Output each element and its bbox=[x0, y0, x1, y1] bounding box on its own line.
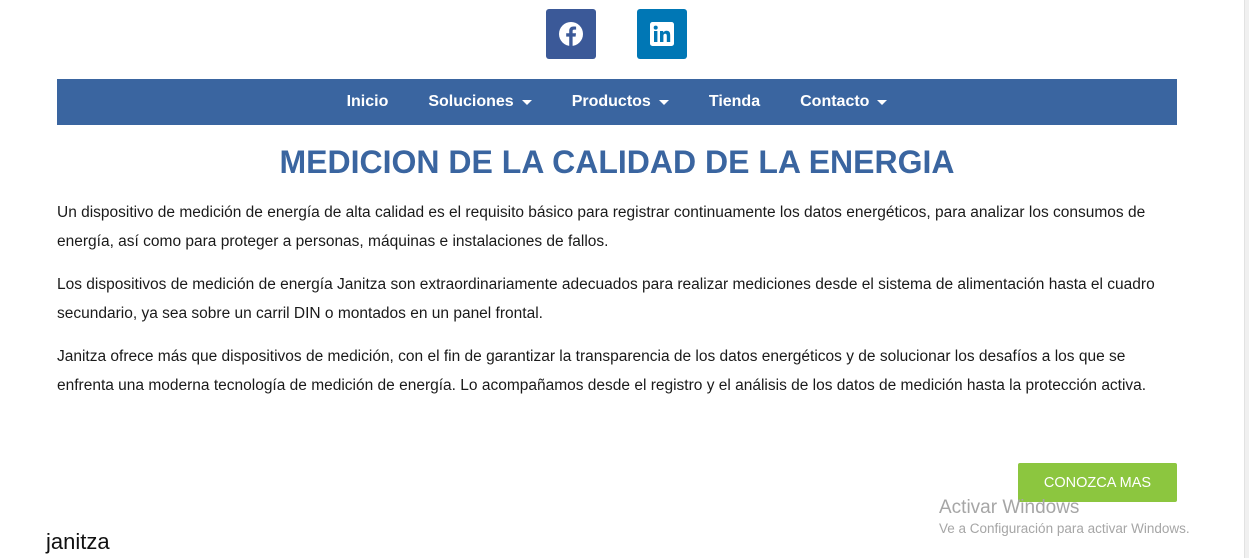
nav-item-productos[interactable]: Productos bbox=[552, 79, 689, 125]
chevron-down-icon bbox=[521, 99, 532, 105]
nav-item-tienda[interactable]: Tienda bbox=[689, 79, 780, 125]
facebook-button[interactable] bbox=[546, 9, 596, 59]
windows-activation-watermark: Activar Windows Ve a Configuración para … bbox=[939, 497, 1190, 539]
page-title: MEDICION DE LA CALIDAD DE LA ENERGIA bbox=[279, 144, 955, 180]
chevron-down-icon bbox=[658, 99, 669, 105]
facebook-icon bbox=[558, 21, 584, 47]
linkedin-button[interactable] bbox=[637, 9, 687, 59]
content-body: Un dispositivo de medición de energía de… bbox=[57, 198, 1162, 414]
footer-brand: janitza bbox=[46, 529, 110, 554]
paragraph-devices: Los dispositivos de medición de energía … bbox=[57, 276, 1155, 322]
nav-item-contacto[interactable]: Contacto bbox=[780, 79, 907, 125]
scrollbar[interactable] bbox=[1244, 0, 1249, 558]
linkedin-icon bbox=[650, 22, 674, 46]
nav-item-soluciones[interactable]: Soluciones bbox=[408, 79, 551, 125]
watermark-subtitle: Ve a Configuración para activar Windows. bbox=[939, 521, 1190, 536]
nav-item-inicio[interactable]: Inicio bbox=[327, 79, 409, 125]
nav-item-label: Productos bbox=[571, 93, 651, 110]
nav-item-label: Soluciones bbox=[428, 93, 514, 110]
social-links bbox=[0, 9, 1233, 59]
nav-item-label: Contacto bbox=[800, 93, 870, 110]
nav-item-label: Tienda bbox=[708, 93, 761, 110]
paragraph-offer: Janitza ofrece más que dispositivos de m… bbox=[57, 348, 1147, 394]
main-nav: Inicio Soluciones Productos Tienda Conta… bbox=[57, 79, 1177, 125]
page: Inicio Soluciones Productos Tienda Conta… bbox=[0, 0, 1249, 558]
watermark-title: Activar Windows bbox=[939, 497, 1080, 518]
paragraph-intro: Un dispositivo de medición de energía de… bbox=[57, 204, 1146, 250]
nav-item-label: Inicio bbox=[346, 93, 389, 110]
chevron-down-icon bbox=[877, 99, 888, 105]
